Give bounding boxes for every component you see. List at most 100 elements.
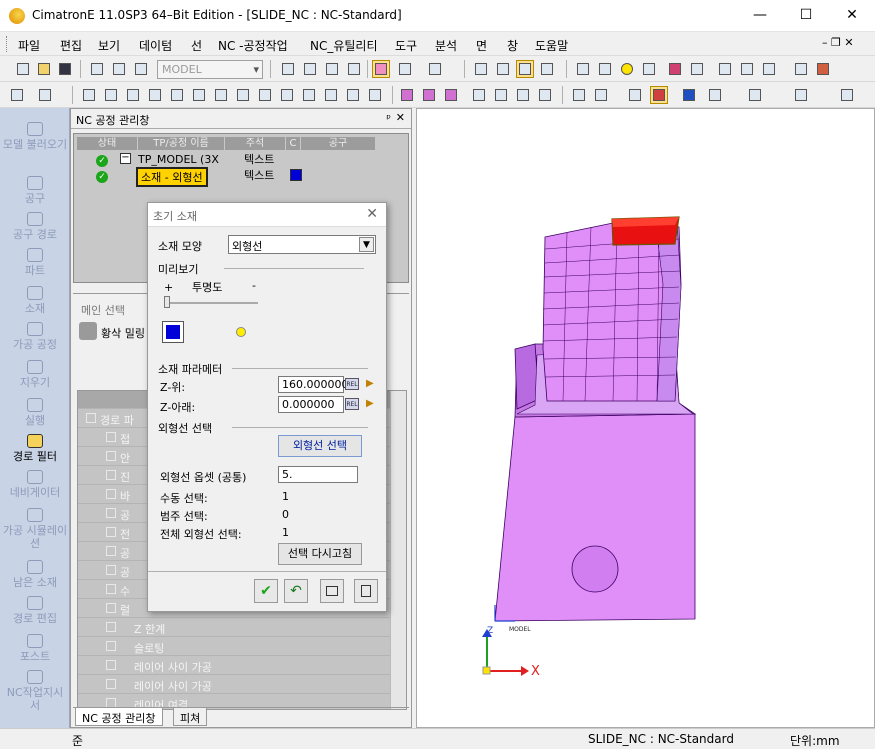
close-button[interactable]: ✕: [829, 0, 875, 31]
zoom-all-icon[interactable]: [279, 60, 297, 78]
wizard-navigator[interactable]: 네비게이터: [0, 470, 70, 499]
filter-tool-icon[interactable]: [706, 86, 724, 104]
tree-row-toolpath[interactable]: TP_MODEL (3X: [138, 153, 219, 166]
contour-select-button[interactable]: 외형선 선택: [278, 435, 362, 457]
tree-row-stock[interactable]: 소재 - 외형선: [136, 167, 208, 187]
z-top-pick-icon[interactable]: ▶: [366, 378, 376, 392]
list-item[interactable]: Z 한계: [78, 618, 392, 637]
point-icon[interactable]: [278, 86, 296, 104]
xyz-icon[interactable]: [322, 86, 340, 104]
sketch-icon[interactable]: [36, 86, 54, 104]
offset-icon[interactable]: [212, 86, 230, 104]
col-comment[interactable]: 주석: [225, 137, 285, 150]
wizard-toolpath[interactable]: 공구 경로: [0, 212, 70, 241]
reselect-button[interactable]: 선택 다시고침: [278, 543, 362, 565]
extra-icon[interactable]: [838, 86, 856, 104]
measure-icon[interactable]: [716, 60, 734, 78]
cancel-exit-icon[interactable]: [354, 579, 378, 603]
distance-icon[interactable]: [738, 60, 756, 78]
stock-solid-icon[interactable]: [442, 86, 460, 104]
mdi-controls[interactable]: – ❐ ✕: [822, 36, 854, 49]
pick-mode-icon[interactable]: [8, 86, 26, 104]
z-top-rel-button[interactable]: REL: [345, 378, 359, 390]
menu-analysis[interactable]: 분석: [435, 37, 457, 54]
wizard-tool[interactable]: 공구: [0, 176, 70, 205]
view-orientation-icon[interactable]: [426, 60, 444, 78]
spline-icon[interactable]: [146, 86, 164, 104]
model-combo[interactable]: MODEL: [157, 60, 263, 79]
filter-tool-2-icon[interactable]: [746, 86, 764, 104]
display-icon[interactable]: [626, 86, 644, 104]
tool-icon-2[interactable]: [792, 60, 810, 78]
angle-icon[interactable]: [256, 86, 274, 104]
tab-nc-process[interactable]: NC 공정 관리창: [75, 708, 163, 726]
bend-icon[interactable]: [592, 86, 610, 104]
list-item[interactable]: 레이어 사이 가공: [78, 656, 392, 675]
filter-3-icon[interactable]: [516, 60, 534, 78]
wizard-path-filter[interactable]: 경로 필터: [0, 434, 70, 463]
z-bottom-rel-button[interactable]: REL: [345, 398, 359, 410]
solid-icon[interactable]: [420, 86, 438, 104]
surface-icon[interactable]: [398, 86, 416, 104]
arc-icon[interactable]: [124, 86, 142, 104]
ucs-2-icon[interactable]: [492, 86, 510, 104]
bulb-off-icon[interactable]: [640, 60, 658, 78]
forward-icon[interactable]: [688, 60, 706, 78]
box-icon[interactable]: [300, 86, 318, 104]
wizard-remaining-stock[interactable]: 남은 소재: [0, 560, 70, 589]
wizard-delete[interactable]: 지우기: [0, 360, 70, 389]
bulb-icon[interactable]: [618, 60, 636, 78]
menu-file[interactable]: 파일: [18, 37, 40, 54]
z-bottom-pick-icon[interactable]: ▶: [366, 398, 376, 412]
light-icon[interactable]: [596, 60, 614, 78]
rough-milling-button[interactable]: 황삭 밀링: [101, 325, 145, 341]
list-item[interactable]: 슬로팅: [78, 637, 392, 656]
check-icon[interactable]: [570, 86, 588, 104]
ok-check-icon[interactable]: ✔: [254, 579, 278, 603]
ucs-3-icon[interactable]: [514, 86, 532, 104]
grid-scrollbar[interactable]: [390, 391, 406, 709]
wizard-part[interactable]: 파트: [0, 248, 70, 277]
layer-icon[interactable]: [110, 60, 128, 78]
pan-icon[interactable]: [345, 60, 363, 78]
menu-face[interactable]: 면: [476, 37, 487, 54]
assembly-icon[interactable]: [814, 60, 832, 78]
stock-shape-select[interactable]: 외형선 ▼: [228, 235, 376, 254]
panel-close-icon[interactable]: ✕: [396, 111, 405, 124]
offset-input[interactable]: 5.: [278, 466, 358, 483]
menu-window[interactable]: 창: [507, 37, 518, 54]
options-icon[interactable]: [760, 60, 778, 78]
filter-2-icon[interactable]: [494, 60, 512, 78]
apply-icon[interactable]: ↶: [284, 579, 308, 603]
graphics-viewport[interactable]: MODEL X Z: [416, 108, 875, 728]
tab-feature[interactable]: 피쳐: [173, 708, 208, 726]
wizard-post[interactable]: 포스트: [0, 634, 70, 663]
menu-view[interactable]: 보기: [98, 37, 120, 54]
zoom-icon[interactable]: [323, 60, 341, 78]
curve-icon[interactable]: [102, 86, 120, 104]
grip-handle[interactable]: [6, 36, 9, 52]
open-file-icon[interactable]: [35, 60, 53, 78]
plane-icon[interactable]: [168, 86, 186, 104]
set-icon[interactable]: [132, 60, 150, 78]
ucs-4-icon[interactable]: [536, 86, 554, 104]
shaded-view-icon[interactable]: [372, 60, 390, 78]
new-file-icon[interactable]: [14, 60, 32, 78]
delete-geo-icon[interactable]: [366, 86, 384, 104]
group-icon[interactable]: [792, 86, 810, 104]
wizard-path-edit[interactable]: 경로 편집: [0, 596, 70, 625]
menu-nc-process[interactable]: NC -공정작업: [218, 37, 288, 54]
list-item[interactable]: 레이어 사이 가공: [78, 675, 392, 694]
highlight-icon[interactable]: [650, 86, 668, 104]
col-tool[interactable]: 공구: [301, 137, 375, 150]
filter-4-icon[interactable]: [538, 60, 556, 78]
chevron-down-icon[interactable]: ▼: [359, 237, 374, 252]
menu-help[interactable]: 도움말: [535, 37, 568, 54]
list-item[interactable]: 레이어 여결: [78, 694, 392, 708]
dropdown-1-icon[interactable]: [680, 86, 698, 104]
maximize-button[interactable]: ☐: [783, 0, 829, 31]
copy-icon[interactable]: [344, 86, 362, 104]
menu-edit[interactable]: 편집: [60, 37, 82, 54]
wizard-procedure[interactable]: 가공 공정: [0, 322, 70, 351]
pick-icon[interactable]: [574, 60, 592, 78]
